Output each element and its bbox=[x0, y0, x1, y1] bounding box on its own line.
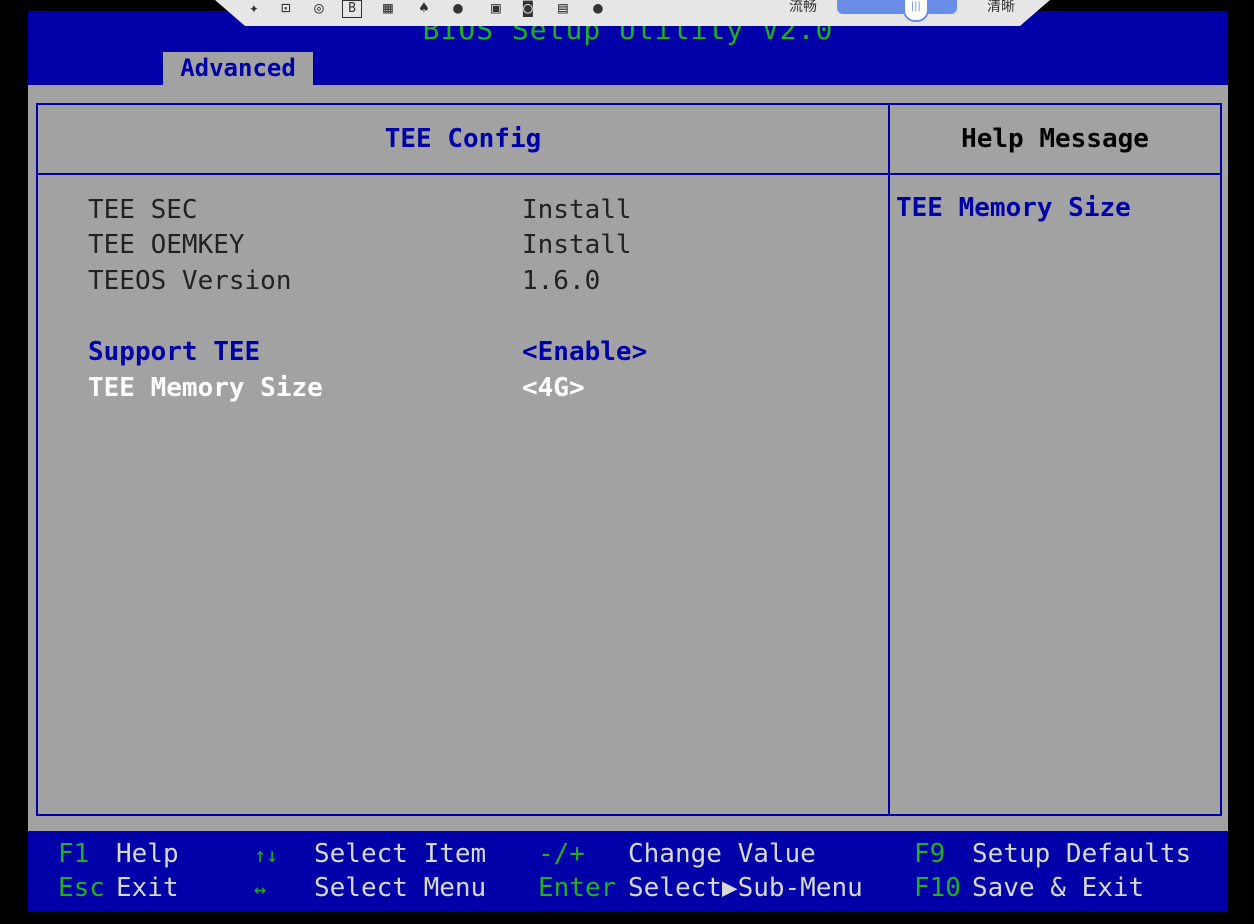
option-label: TEE Memory Size bbox=[88, 373, 323, 403]
legend-desc: Select▶Sub-Menu bbox=[628, 873, 863, 903]
legend-key: ↔ bbox=[254, 877, 267, 901]
quality-high-label: 清晰 bbox=[987, 0, 1015, 15]
legend-enter: Enter Select▶Sub-Menu bbox=[538, 873, 863, 903]
legend-key: Enter bbox=[538, 873, 617, 903]
option-value[interactable]: <4G> bbox=[522, 373, 585, 403]
legend-key: ↑↓ bbox=[254, 843, 279, 867]
help-panel: Help Message TEE Memory Size bbox=[890, 103, 1222, 816]
legend-change-value: -/+ Change Value bbox=[538, 839, 816, 869]
page-title: TEE Config bbox=[38, 105, 888, 175]
option-support-tee[interactable]: Support TEE <Enable> bbox=[88, 337, 868, 371]
row-value: 1.6.0 bbox=[522, 266, 601, 296]
option-label: Support TEE bbox=[88, 337, 261, 367]
option-tee-memory-size[interactable]: TEE Memory Size <4G> bbox=[88, 373, 868, 407]
legend-desc: Help bbox=[116, 839, 179, 869]
row-label: TEEOS Version bbox=[88, 266, 292, 296]
legend-key: F1 bbox=[58, 839, 90, 869]
row-tee-sec: TEE SEC Install bbox=[88, 195, 868, 229]
legend-desc: Change Value bbox=[628, 839, 816, 869]
legend-desc: Save & Exit bbox=[972, 873, 1145, 903]
pin-icon[interactable]: ✦ bbox=[243, 0, 265, 18]
row-label: TEE OEMKEY bbox=[88, 230, 245, 260]
help-title: Help Message bbox=[890, 105, 1220, 175]
legend-key: F10 bbox=[914, 873, 961, 903]
legend-f10: F10 Save & Exit bbox=[914, 873, 1144, 903]
keyboard-icon[interactable]: ▦ bbox=[377, 0, 399, 18]
legend-key: F9 bbox=[914, 839, 946, 869]
row-tee-oemkey: TEE OEMKEY Install bbox=[88, 230, 868, 264]
bios-screen: BIOS Setup Utility V2.0 Advanced TEE Con… bbox=[28, 11, 1228, 911]
row-value: Install bbox=[522, 230, 632, 260]
legend-desc: Select Item bbox=[314, 839, 487, 869]
settings-panel: TEE Config TEE SEC Install TEE OEMKEY In… bbox=[36, 103, 890, 816]
b-icon[interactable]: B bbox=[342, 0, 362, 18]
legend-f9: F9 Setup Defaults bbox=[914, 839, 1191, 869]
key-legend: F1 Help Esc Exit ↑↓ Select Item ↔ Select… bbox=[28, 831, 1228, 911]
legend-esc: Esc Exit bbox=[58, 873, 179, 903]
slider-handle[interactable]: ||| bbox=[902, 0, 929, 22]
legend-desc: Exit bbox=[116, 873, 179, 903]
help-icon[interactable]: ● bbox=[587, 0, 609, 18]
legend-desc: Setup Defaults bbox=[972, 839, 1192, 869]
remote-toolbar: ✦ ⊡ ◎ B ▦ ♠ ● ▣ ◙ ▤ ● 流畅 ||| 清晰 bbox=[215, 0, 1050, 26]
option-value[interactable]: <Enable> bbox=[522, 337, 647, 367]
fullscreen-icon[interactable]: ⊡ bbox=[275, 0, 297, 18]
row-value: Install bbox=[522, 195, 632, 225]
legend-select-item: ↑↓ Select Item bbox=[254, 839, 486, 869]
disc-icon[interactable]: ● bbox=[447, 0, 469, 18]
help-message: TEE Memory Size bbox=[896, 193, 1131, 223]
save-icon[interactable]: ▣ bbox=[485, 0, 507, 18]
legend-desc: Select Menu bbox=[314, 873, 487, 903]
tab-advanced[interactable]: Advanced bbox=[163, 52, 313, 85]
leaf-icon[interactable]: ♠ bbox=[413, 0, 435, 18]
row-teeos-version: TEEOS Version 1.6.0 bbox=[88, 266, 868, 300]
legend-f1: F1 Help bbox=[58, 839, 179, 869]
quality-slider[interactable] bbox=[837, 0, 957, 14]
quality-low-label: 流畅 bbox=[789, 0, 817, 15]
legend-key: Esc bbox=[58, 873, 105, 903]
legend-select-menu: ↔ Select Menu bbox=[254, 873, 486, 903]
stop-icon[interactable]: ◙ bbox=[517, 0, 539, 18]
record-icon[interactable]: ◎ bbox=[308, 0, 330, 18]
clipboard-icon[interactable]: ▤ bbox=[552, 0, 574, 18]
row-label: TEE SEC bbox=[88, 195, 198, 225]
legend-key: -/+ bbox=[538, 839, 585, 869]
